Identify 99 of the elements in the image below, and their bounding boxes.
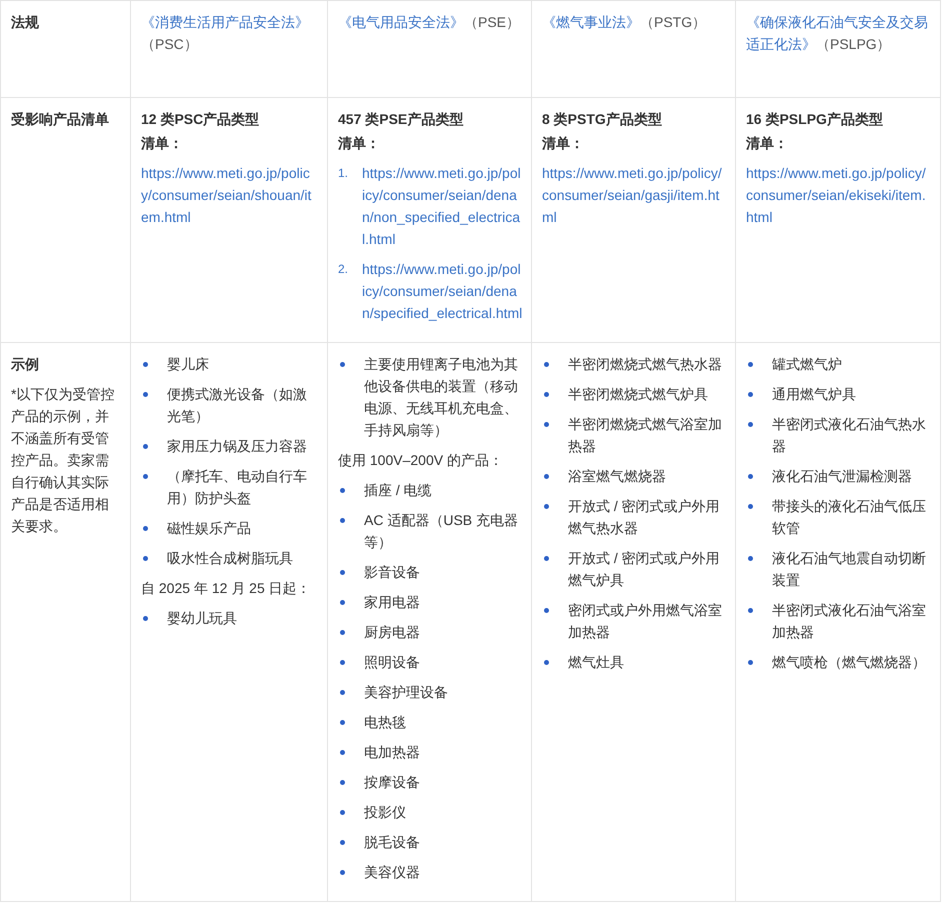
bullet-icon: [143, 616, 148, 621]
list-label: 自 2025 年 12 月 25 日起：: [141, 579, 312, 598]
bullet-icon: [340, 810, 345, 815]
bullet-icon: [143, 556, 148, 561]
list-item: 美容仪器: [364, 863, 421, 882]
list-label: 清单：: [141, 134, 184, 153]
list-item: 插座 / 电缆: [364, 481, 433, 500]
bullet-icon: [544, 660, 549, 665]
list-item: 开放式 / 密闭式或户外用燃气炉具: [568, 549, 721, 590]
bullet-icon: [143, 474, 148, 479]
list-item: 电热毯: [364, 713, 407, 732]
list-link[interactable]: https://www.meti.go.jp/policy/consumer/seian/shouan/item.html: [141, 162, 319, 228]
list-item: 美容护理设备: [364, 683, 449, 702]
list-item: 婴幼儿玩具: [167, 609, 238, 628]
list-item: 家用电器: [364, 593, 421, 612]
list-item: 通用燃气炉具: [772, 385, 857, 404]
bullet-icon: [748, 660, 753, 665]
category-count: 12 类PSC产品类型: [141, 110, 260, 129]
list-label: 清单：: [542, 134, 585, 153]
list-number: 1.: [338, 165, 350, 182]
list-item: 罐式燃气炉: [772, 355, 843, 374]
list-number: 2.: [338, 261, 350, 278]
bullet-icon: [748, 504, 753, 509]
law-link[interactable]: 《确保液化石油气安全及交易适正化法》（PSLPG）: [746, 11, 932, 55]
list-item: 影音设备: [364, 563, 421, 582]
list-item: 厨房电器: [364, 623, 421, 642]
bullet-icon: [748, 362, 753, 367]
list-item: 便携式激光设备（如激光笔）: [167, 385, 308, 426]
bullet-icon: [544, 392, 549, 397]
list-item: 按摩设备: [364, 773, 421, 792]
list-link[interactable]: https://www.meti.go.jp/policy/consumer/seian/denan/non_specified_electrical.html: [362, 162, 523, 250]
bullet-icon: [143, 526, 148, 531]
list-item: 吸水性合成树脂玩具: [167, 549, 294, 568]
bullet-icon: [748, 556, 753, 561]
list-item: 半密闭式液化石油气热水器: [772, 415, 927, 456]
list-item: 半密闭式液化石油气浴室加热器: [772, 601, 927, 642]
list-item: 燃气灶具: [568, 653, 625, 672]
row-header: 受影响产品清单: [11, 110, 110, 129]
list-item: 半密闭燃烧式燃气热水器: [568, 355, 723, 374]
list-item: 电加热器: [364, 743, 421, 762]
category-count: 8 类PSTG产品类型: [542, 110, 663, 129]
list-item: 家用压力锅及压力容器: [167, 437, 308, 456]
bullet-icon: [340, 518, 345, 523]
bullet-icon: [544, 608, 549, 613]
bullet-icon: [748, 474, 753, 479]
law-link[interactable]: 《消费生活用产品安全法》 （PSC）: [141, 11, 319, 55]
bullet-icon: [143, 392, 148, 397]
row-note: *以下仅为受管控产品的示例，并不涵盖所有受管控产品。卖家需自行确认其实际产品是否适用相关要求。: [11, 385, 116, 536]
bullet-icon: [748, 422, 753, 427]
list-link[interactable]: https://www.meti.go.jp/policy/consumer/seian/ekiseki/item.html: [746, 162, 932, 228]
bullet-icon: [748, 392, 753, 397]
law-link[interactable]: 《电气用品安全法》（PSE）: [338, 11, 523, 33]
bullet-icon: [544, 474, 549, 479]
bullet-icon: [143, 444, 148, 449]
list-link[interactable]: https://www.meti.go.jp/policy/consumer/seian/gasji/item.html: [542, 162, 727, 228]
list-link[interactable]: https://www.meti.go.jp/policy/consumer/seian/denan/specified_electrical.html: [362, 258, 523, 324]
list-item: 燃气喷枪（燃气燃烧器）: [772, 653, 927, 672]
bullet-icon: [340, 362, 345, 367]
row-header: 法规: [11, 13, 40, 32]
bullet-icon: [143, 362, 148, 367]
bullet-icon: [340, 840, 345, 845]
row-header: 示例: [11, 355, 40, 374]
bullet-icon: [340, 750, 345, 755]
list-item: 浴室燃气燃烧器: [568, 467, 667, 486]
list-item: 液化石油气地震自动切断装置: [772, 549, 927, 590]
list-label: 使用 100V–200V 的产品：: [338, 451, 504, 470]
list-item: 半密闭燃烧式燃气炉具: [568, 385, 709, 404]
bullet-icon: [340, 720, 345, 725]
bullet-icon: [340, 488, 345, 493]
list-label: 清单：: [746, 134, 789, 153]
bullet-icon: [340, 570, 345, 575]
list-item: 主要使用锂离子电池为其他设备供电的装置（移动电源、无线耳机充电盒、手持风扇等）: [364, 355, 519, 440]
bullet-icon: [340, 600, 345, 605]
list-item: 开放式 / 密闭式或户外用燃气热水器: [568, 497, 721, 538]
list-item: （摩托车、电动自行车用）防护头盔: [167, 467, 308, 508]
list-item: 带接头的液化石油气低压软管: [772, 497, 927, 538]
bullet-icon: [340, 690, 345, 695]
list-item: 脱毛设备: [364, 833, 421, 852]
list-item: 液化石油气泄漏检测器: [772, 467, 913, 486]
law-link[interactable]: 《燃气事业法》（PSTG）: [542, 11, 727, 33]
category-count: 16 类PSLPG产品类型: [746, 110, 884, 129]
bullet-icon: [340, 780, 345, 785]
bullet-icon: [544, 504, 549, 509]
bullet-icon: [340, 660, 345, 665]
list-item: 婴儿床: [167, 355, 210, 374]
bullet-icon: [340, 630, 345, 635]
list-item: 磁性娱乐产品: [167, 519, 252, 538]
list-label: 清单：: [338, 134, 381, 153]
bullet-icon: [544, 556, 549, 561]
list-item: 投影仪: [364, 803, 407, 822]
list-item: 照明设备: [364, 653, 421, 672]
list-item: AC 适配器（USB 充电器等）: [364, 511, 520, 552]
bullet-icon: [340, 870, 345, 875]
bullet-icon: [544, 362, 549, 367]
list-item: 密闭式或户外用燃气浴室加热器: [568, 601, 723, 642]
list-item: 半密闭燃烧式燃气浴室加热器: [568, 415, 723, 456]
category-count: 457 类PSE产品类型: [338, 110, 464, 129]
bullet-icon: [544, 422, 549, 427]
bullet-icon: [748, 608, 753, 613]
